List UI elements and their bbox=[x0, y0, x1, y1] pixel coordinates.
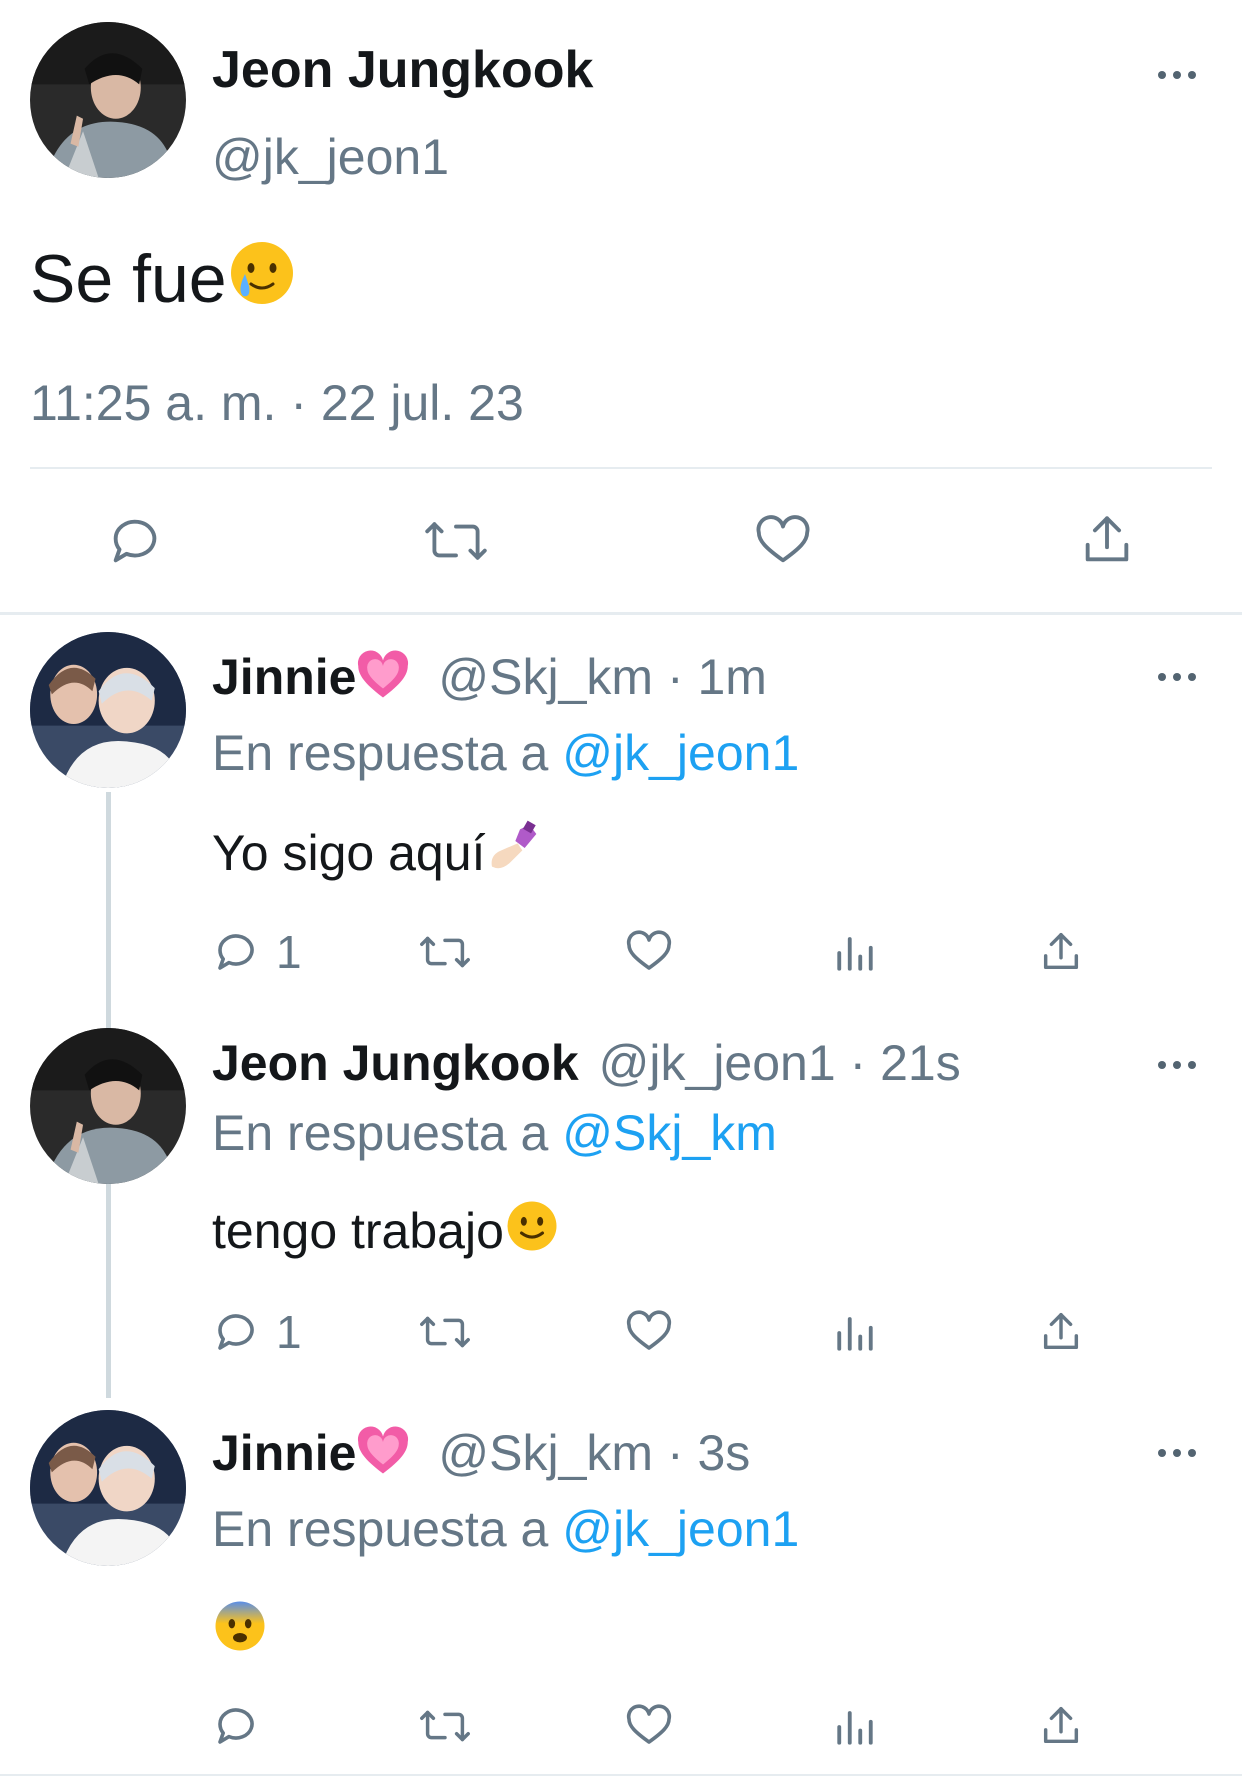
divider bbox=[30, 467, 1212, 469]
pink-heart-icon bbox=[356, 1426, 410, 1476]
reply-text bbox=[212, 1598, 268, 1660]
reply-1-header: Jinnie @Skj_km · 1m bbox=[212, 648, 767, 706]
reply-icon[interactable] bbox=[212, 928, 260, 976]
retweet-icon[interactable] bbox=[416, 1308, 474, 1356]
avatar-image bbox=[30, 632, 186, 788]
nail-polish-icon bbox=[485, 820, 541, 876]
reply-prefix: En respuesta a bbox=[212, 1501, 549, 1557]
more-options-icon[interactable] bbox=[1158, 670, 1202, 684]
pink-heart-icon bbox=[356, 650, 410, 700]
reply-3-header: Jinnie @Skj_km · 3s bbox=[212, 1424, 750, 1482]
reply-meta: @Skj_km · 1m bbox=[438, 649, 767, 705]
analytics-icon[interactable] bbox=[834, 1312, 876, 1354]
reply-2-header: Jeon Jungkook @jk_jeon1 · 21s bbox=[212, 1034, 961, 1092]
like-icon[interactable] bbox=[624, 1308, 674, 1356]
reply-text-content: Yo sigo aquí bbox=[212, 825, 486, 881]
main-author-avatar[interactable] bbox=[30, 22, 186, 178]
more-options-icon[interactable] bbox=[1158, 1446, 1202, 1460]
more-options-icon[interactable] bbox=[1158, 68, 1202, 82]
reply-icon[interactable] bbox=[212, 1308, 260, 1356]
more-options-icon[interactable] bbox=[1158, 1058, 1202, 1072]
share-icon[interactable] bbox=[1038, 1702, 1084, 1750]
retweet-icon[interactable] bbox=[416, 928, 474, 976]
main-tweet-text: Se fue bbox=[30, 238, 297, 317]
reply-prefix: En respuesta a bbox=[212, 725, 549, 781]
reply-context: En respuesta a @jk_jeon1 bbox=[212, 724, 799, 782]
reply-count: 1 bbox=[276, 1306, 302, 1358]
share-icon[interactable] bbox=[1038, 928, 1084, 976]
reply-author-name[interactable]: Jinnie bbox=[212, 1425, 356, 1481]
main-author-handle[interactable]: @jk_jeon1 bbox=[212, 128, 449, 186]
like-icon[interactable] bbox=[752, 512, 814, 570]
section-divider bbox=[0, 612, 1242, 615]
reply-icon[interactable] bbox=[106, 512, 164, 570]
retweet-icon[interactable] bbox=[416, 1702, 474, 1750]
retweet-icon[interactable] bbox=[420, 512, 492, 570]
avatar-image bbox=[30, 22, 186, 178]
crying-smiling-face-icon bbox=[227, 238, 297, 308]
share-icon[interactable] bbox=[1038, 1308, 1084, 1356]
reply-count: 1 bbox=[276, 926, 302, 978]
reply-text: tengo trabajo bbox=[212, 1198, 560, 1260]
main-tweet-timestamp: 11:25 a. m. · 22 jul. 23 bbox=[30, 375, 524, 431]
reply-author-avatar[interactable] bbox=[30, 1028, 186, 1184]
reply-author-name[interactable]: Jinnie bbox=[212, 649, 356, 705]
anxious-face-icon bbox=[212, 1598, 268, 1654]
reply-author-avatar[interactable] bbox=[30, 632, 186, 788]
reply-to-link[interactable]: @jk_jeon1 bbox=[562, 725, 799, 781]
avatar-image bbox=[30, 1028, 186, 1184]
reply-meta: @Skj_km · 3s bbox=[438, 1425, 751, 1481]
reply-context: En respuesta a @Skj_km bbox=[212, 1104, 777, 1162]
reply-prefix: En respuesta a bbox=[212, 1105, 549, 1161]
main-author-name[interactable]: Jeon Jungkook bbox=[212, 40, 593, 100]
analytics-icon[interactable] bbox=[834, 1706, 876, 1748]
reply-to-link[interactable]: @jk_jeon1 bbox=[562, 1501, 799, 1557]
like-icon[interactable] bbox=[624, 1702, 674, 1750]
main-tweet-text-content: Se fue bbox=[30, 241, 227, 317]
reply-context: En respuesta a @jk_jeon1 bbox=[212, 1500, 799, 1558]
reply-author-name[interactable]: Jeon Jungkook bbox=[212, 1035, 579, 1091]
analytics-icon[interactable] bbox=[834, 932, 876, 974]
reply-meta: @jk_jeon1 · 21s bbox=[598, 1035, 961, 1091]
slightly-smiling-face-icon bbox=[504, 1198, 560, 1254]
bottom-divider bbox=[0, 1774, 1242, 1776]
reply-to-link[interactable]: @Skj_km bbox=[562, 1105, 777, 1161]
reply-text-content: tengo trabajo bbox=[212, 1203, 504, 1259]
reply-text: Yo sigo aquí bbox=[212, 820, 541, 882]
avatar-image bbox=[30, 1410, 186, 1566]
reply-icon[interactable] bbox=[212, 1702, 260, 1750]
share-icon[interactable] bbox=[1078, 510, 1136, 570]
reply-author-avatar[interactable] bbox=[30, 1410, 186, 1566]
like-icon[interactable] bbox=[624, 928, 674, 976]
